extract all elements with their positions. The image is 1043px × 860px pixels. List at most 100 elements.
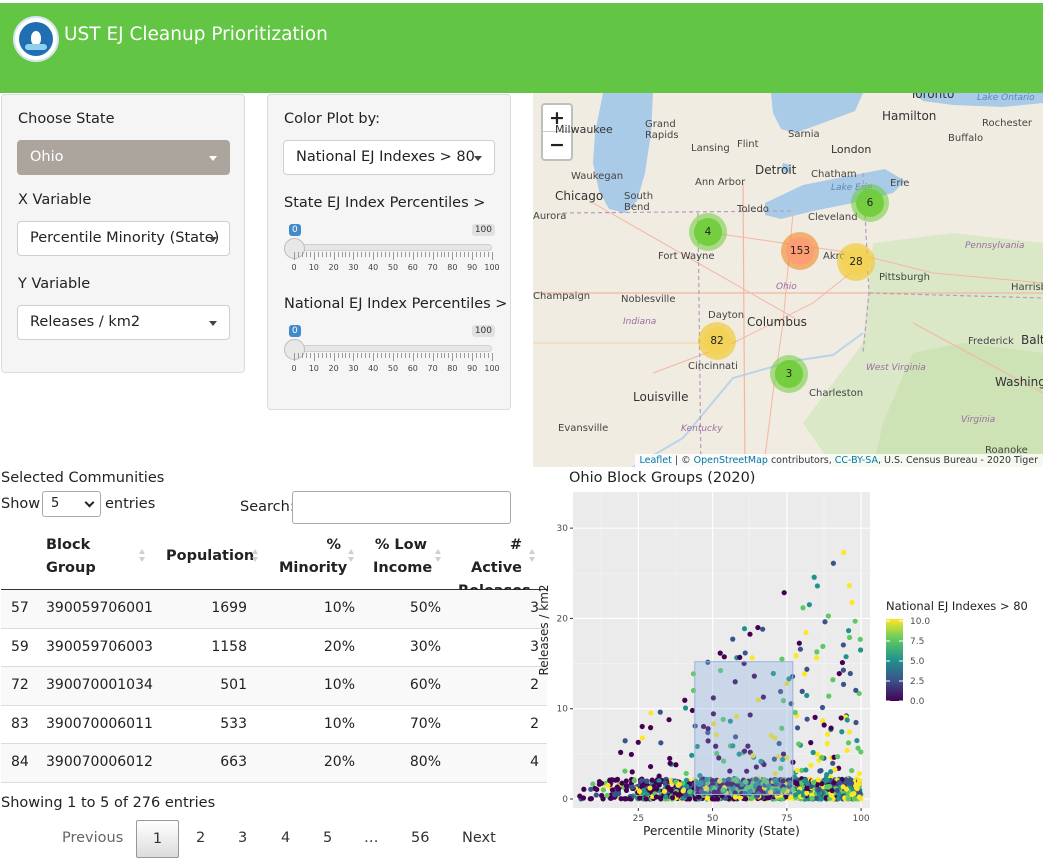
page-button[interactable]: 56 — [411, 830, 429, 846]
slider-tick — [432, 353, 434, 361]
y-variable-select[interactable]: Releases / km2 — [17, 305, 230, 340]
data-point — [730, 636, 736, 642]
data-point — [682, 697, 688, 703]
x-variable-select[interactable]: Percentile Minority (State) — [17, 221, 230, 256]
page-ellipsis: … — [364, 830, 379, 846]
data-point — [635, 739, 641, 745]
data-point — [667, 755, 673, 762]
page-button[interactable]: 2 — [196, 830, 205, 846]
map-cluster-marker[interactable]: 153 — [781, 232, 819, 270]
search-input[interactable] — [292, 491, 511, 524]
scatter-plot[interactable]: 25 50 75 100 0 10 20 30 Percentile Minority (Sta… — [533, 488, 1043, 840]
data-point — [849, 599, 855, 606]
show-label: Show — [1, 496, 41, 512]
page-length-select[interactable]: 5 — [42, 491, 101, 517]
slider-tick — [377, 353, 379, 358]
map-label: Hamilton — [882, 109, 937, 123]
table-row[interactable]: 59 390059706003 1158 20% 30% 3 — [1, 629, 547, 667]
sort-icon[interactable] — [252, 549, 259, 563]
slider-track[interactable] — [294, 345, 492, 352]
data-point — [653, 794, 659, 800]
header-text: Income — [373, 560, 433, 576]
table-row[interactable]: 57 390059706001 1699 10% 50% 3 — [1, 590, 547, 629]
zoom-out-button[interactable]: − — [543, 132, 571, 159]
y-variable-label: Y Variable — [18, 276, 91, 292]
slider-tick-label: 70 — [427, 263, 438, 272]
slider-tick — [305, 353, 307, 358]
slider-tick-label: 50 — [387, 364, 399, 373]
sort-icon[interactable] — [435, 549, 442, 563]
map-label: Sarnia — [788, 129, 820, 140]
data-point — [814, 655, 820, 661]
next-page-button[interactable]: Next — [462, 830, 496, 846]
column-header-low-income[interactable]: % Low Income — [373, 534, 433, 580]
slider-tick — [297, 353, 299, 358]
leaflet-map[interactable]: + − Toronto Lake Ontario Hamilton Roches… — [533, 93, 1043, 467]
previous-page-button[interactable]: Previous — [62, 830, 123, 846]
legend-tick-label: 5.0 — [910, 657, 925, 667]
page-button[interactable]: 5 — [323, 830, 332, 846]
slider-tick — [456, 353, 458, 358]
caret-down-icon — [209, 156, 217, 161]
slider-tick — [452, 252, 454, 260]
slider-track[interactable] — [294, 244, 492, 251]
table-row[interactable]: 83 390070006011 533 10% 70% 2 — [1, 706, 547, 744]
map-label: Cincinnati — [688, 361, 738, 372]
map-cluster-marker[interactable]: 3 — [770, 355, 808, 393]
state-select[interactable]: Ohio — [17, 140, 230, 175]
national-ej-slider[interactable]: 0 100 0 10 20 30 40 50 60 70 80 90 100 — [282, 325, 500, 385]
page-button[interactable]: 3 — [238, 830, 247, 846]
data-point — [779, 656, 785, 662]
data-point — [755, 624, 761, 631]
slider-tick — [325, 252, 327, 257]
map-cluster-marker[interactable]: 82 — [698, 322, 736, 360]
state-ej-slider[interactable]: 0 100 0 10 20 30 40 50 60 70 80 90 100 — [282, 224, 500, 284]
data-point — [853, 687, 859, 693]
color-plot-select[interactable]: National EJ Indexes > 80 — [283, 140, 495, 175]
data-point — [614, 784, 620, 790]
data-point — [680, 788, 686, 794]
map-label: Lake Ontario — [977, 93, 1035, 103]
data-point — [815, 777, 821, 783]
data-point — [838, 715, 844, 721]
column-header-population[interactable]: Population — [166, 545, 254, 568]
column-header-minority[interactable]: % Minority — [279, 534, 347, 580]
map-attribution: Leaflet | © OpenStreetMap contributors, … — [634, 454, 1043, 467]
page-button-current[interactable]: 1 — [136, 820, 179, 858]
column-header-block-group[interactable]: Block Group — [46, 534, 96, 580]
map-cluster-marker[interactable]: 6 — [851, 184, 889, 222]
data-point — [819, 704, 826, 711]
slider-tick — [428, 353, 430, 358]
cell-block-group: 390070006011 — [46, 715, 153, 732]
osm-link[interactable]: OpenStreetMap — [694, 455, 768, 466]
map-label: Buffalo — [948, 133, 984, 144]
slider-tick — [412, 353, 414, 361]
map-label: Noblesville — [621, 294, 676, 305]
map-label: Virginia — [961, 415, 996, 425]
data-point — [828, 725, 834, 731]
sort-icon[interactable] — [139, 549, 146, 563]
sort-icon[interactable] — [348, 549, 355, 563]
map-cluster-marker[interactable]: 4 — [689, 213, 727, 251]
slider-tick-label: 100 — [484, 364, 500, 373]
slider-ticks — [294, 353, 493, 363]
data-point — [649, 777, 655, 783]
app-title: UST EJ Cleanup Prioritization — [64, 24, 328, 45]
table-info: Showing 1 to 5 of 276 entries — [1, 795, 216, 811]
table-row[interactable]: 72 390070001034 501 10% 60% 2 — [1, 667, 547, 706]
map-cluster-marker[interactable]: 28 — [837, 243, 875, 281]
leaflet-link[interactable]: Leaflet — [640, 455, 672, 466]
slider-tick — [464, 353, 466, 358]
table-row[interactable]: 84 390070006012 663 20% 80% 4 — [1, 744, 547, 783]
data-point — [800, 605, 806, 611]
license-link[interactable]: CC-BY-SA — [835, 455, 878, 466]
data-point — [657, 709, 663, 715]
data-point — [811, 779, 817, 786]
data-point — [839, 659, 846, 666]
slider-tick-label: 10 — [308, 263, 319, 272]
data-point — [581, 786, 587, 792]
y-tick-label: 0 — [562, 795, 568, 805]
page-button[interactable]: 4 — [281, 830, 290, 846]
data-point — [588, 786, 594, 792]
slider-tick — [377, 252, 379, 257]
